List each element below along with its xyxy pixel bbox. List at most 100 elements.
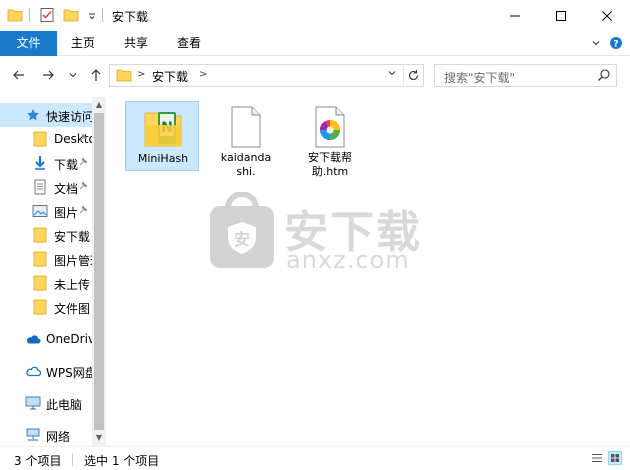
tab-share[interactable]: 共享 xyxy=(113,31,159,56)
network-icon xyxy=(25,427,41,443)
nav-item-label: 此电脑 xyxy=(46,398,83,412)
window-title: 安下载 xyxy=(112,10,149,24)
scrollbar-thumb[interactable] xyxy=(94,113,104,430)
large-icons-view-icon[interactable] xyxy=(608,451,622,465)
search-box[interactable]: 搜索"安下载" xyxy=(434,64,617,87)
address-bar[interactable]: > 安下载 > xyxy=(109,64,424,87)
star-icon xyxy=(25,107,41,123)
breadcrumb-current[interactable]: 安下载 xyxy=(152,68,188,85)
minihash-folder-icon: N xyxy=(141,105,185,151)
minimize-button[interactable] xyxy=(492,0,538,31)
cloud-icon xyxy=(25,331,41,347)
nav-item-desktop[interactable]: Desktop xyxy=(0,127,94,151)
blank-file-icon xyxy=(224,104,268,150)
search-icon[interactable] xyxy=(597,68,611,85)
nav-item-wps-cloud[interactable]: WPS网盘 xyxy=(0,359,94,383)
nav-item-label: 文档 xyxy=(54,182,79,196)
address-dropdown-icon[interactable] xyxy=(388,69,396,80)
svg-text:?: ? xyxy=(613,40,618,50)
item-count: 3 个项目 xyxy=(14,454,62,468)
htm-file-icon xyxy=(308,104,352,150)
pin-icon xyxy=(78,181,88,194)
folder-icon xyxy=(116,68,132,85)
nav-item-network[interactable]: 网络 xyxy=(0,423,94,446)
nav-item-pictures[interactable]: 图片 xyxy=(0,199,94,223)
picture-icon xyxy=(32,203,48,219)
scroll-down-arrow-icon[interactable]: ▼ xyxy=(94,432,104,444)
nav-item-documents[interactable]: 文档 xyxy=(0,175,94,199)
download-arrow-icon xyxy=(32,155,48,171)
nav-item-label: 文件图 xyxy=(54,302,91,316)
nav-item-label: 网络 xyxy=(46,430,71,444)
tab-home[interactable]: 主页 xyxy=(60,31,106,56)
close-button[interactable] xyxy=(584,0,630,31)
ribbon-tabs: 文件 主页 共享 查看 ? xyxy=(0,31,630,56)
nav-item-picture-manager[interactable]: 图片管理 xyxy=(0,247,94,271)
folder-icon xyxy=(32,299,48,315)
refresh-icon[interactable] xyxy=(403,66,423,85)
maximize-button[interactable] xyxy=(538,0,584,31)
folder-icon xyxy=(32,251,48,267)
file-name: 安下载帮助.htm xyxy=(308,151,352,178)
new-folder-icon[interactable] xyxy=(62,6,80,24)
tab-view[interactable]: 查看 xyxy=(166,31,212,56)
nav-item-quick-access[interactable]: 快速访问 xyxy=(0,103,94,127)
search-placeholder[interactable]: 搜索"安下载" xyxy=(444,69,515,86)
folder-icon xyxy=(32,131,48,147)
nav-item-label: 下载 xyxy=(54,158,79,172)
title-separator xyxy=(29,8,30,22)
file-name: MiniHash xyxy=(137,152,189,165)
nav-item-label: WPS网盘 xyxy=(46,366,94,380)
nav-item-file-images[interactable]: 文件图 xyxy=(0,295,94,319)
folder-icon xyxy=(6,6,24,24)
breadcrumb-chevron[interactable]: > xyxy=(199,69,207,80)
nav-item-downloads[interactable]: 下载 xyxy=(0,151,94,175)
nav-item-label: OneDrive xyxy=(46,332,94,346)
details-view-icon[interactable] xyxy=(590,451,604,465)
file-item-minihash[interactable]: N MiniHash xyxy=(125,101,199,171)
customize-toolbar-dropdown-icon[interactable] xyxy=(83,6,101,24)
pin-icon xyxy=(78,157,88,170)
recent-locations-chevron-icon[interactable] xyxy=(63,65,83,85)
nav-item-onedrive[interactable]: OneDrive xyxy=(0,327,94,351)
file-name: kaidandashi. xyxy=(220,151,272,178)
document-icon xyxy=(32,179,48,195)
svg-text:安: 安 xyxy=(234,230,250,249)
watermark-subtext: anxz.com xyxy=(286,246,410,274)
file-item-help-htm[interactable]: 安下载帮助.htm xyxy=(293,101,367,178)
expand-ribbon-icon[interactable] xyxy=(588,35,604,51)
file-item-kaidandashi[interactable]: kaidandashi. xyxy=(209,101,283,178)
nav-item-label: 安下载 xyxy=(54,230,91,244)
navigation-pane: 快速访问 Desktop 下载 文档 图片 xyxy=(0,97,106,446)
folder-icon xyxy=(32,227,48,243)
pin-icon xyxy=(78,133,88,146)
help-icon[interactable]: ? xyxy=(608,35,624,51)
nav-item-anxiazai[interactable]: 安下载 xyxy=(0,223,94,247)
breadcrumb-chevron[interactable]: > xyxy=(137,69,145,80)
title-bar: 安下载 xyxy=(0,0,630,31)
title-separator xyxy=(102,8,103,22)
nav-item-label: 未上传 xyxy=(54,278,91,292)
nav-item-label: 快速访问 xyxy=(46,110,94,124)
nav-item-label: 图片 xyxy=(54,206,79,220)
nav-item-label: 图片管理 xyxy=(54,254,94,268)
forward-arrow-icon[interactable] xyxy=(38,65,58,85)
selection-count: 选中 1 个项目 xyxy=(84,454,160,468)
computer-icon xyxy=(25,395,41,411)
status-separator xyxy=(72,453,73,466)
properties-icon[interactable] xyxy=(38,6,56,24)
navigation-scrollbar[interactable]: ▲ ▼ xyxy=(92,97,106,446)
up-arrow-icon[interactable] xyxy=(86,65,106,85)
scroll-up-arrow-icon[interactable]: ▲ xyxy=(94,99,104,111)
tab-file[interactable]: 文件 xyxy=(0,31,57,56)
nav-item-this-pc[interactable]: 此电脑 xyxy=(0,391,94,415)
watermark: 安 安下载 anxz.com xyxy=(206,192,436,276)
pin-icon xyxy=(78,205,88,218)
watermark-bag-logo: 安 xyxy=(210,192,274,268)
folder-icon xyxy=(32,275,48,291)
wps-cloud-icon xyxy=(25,363,41,379)
back-arrow-icon[interactable] xyxy=(9,65,29,85)
nav-item-not-uploaded[interactable]: 未上传 xyxy=(0,271,94,295)
nav-item-label: Desktop xyxy=(54,132,94,146)
status-bar: 3 个项目 选中 1 个项目 xyxy=(0,446,630,470)
